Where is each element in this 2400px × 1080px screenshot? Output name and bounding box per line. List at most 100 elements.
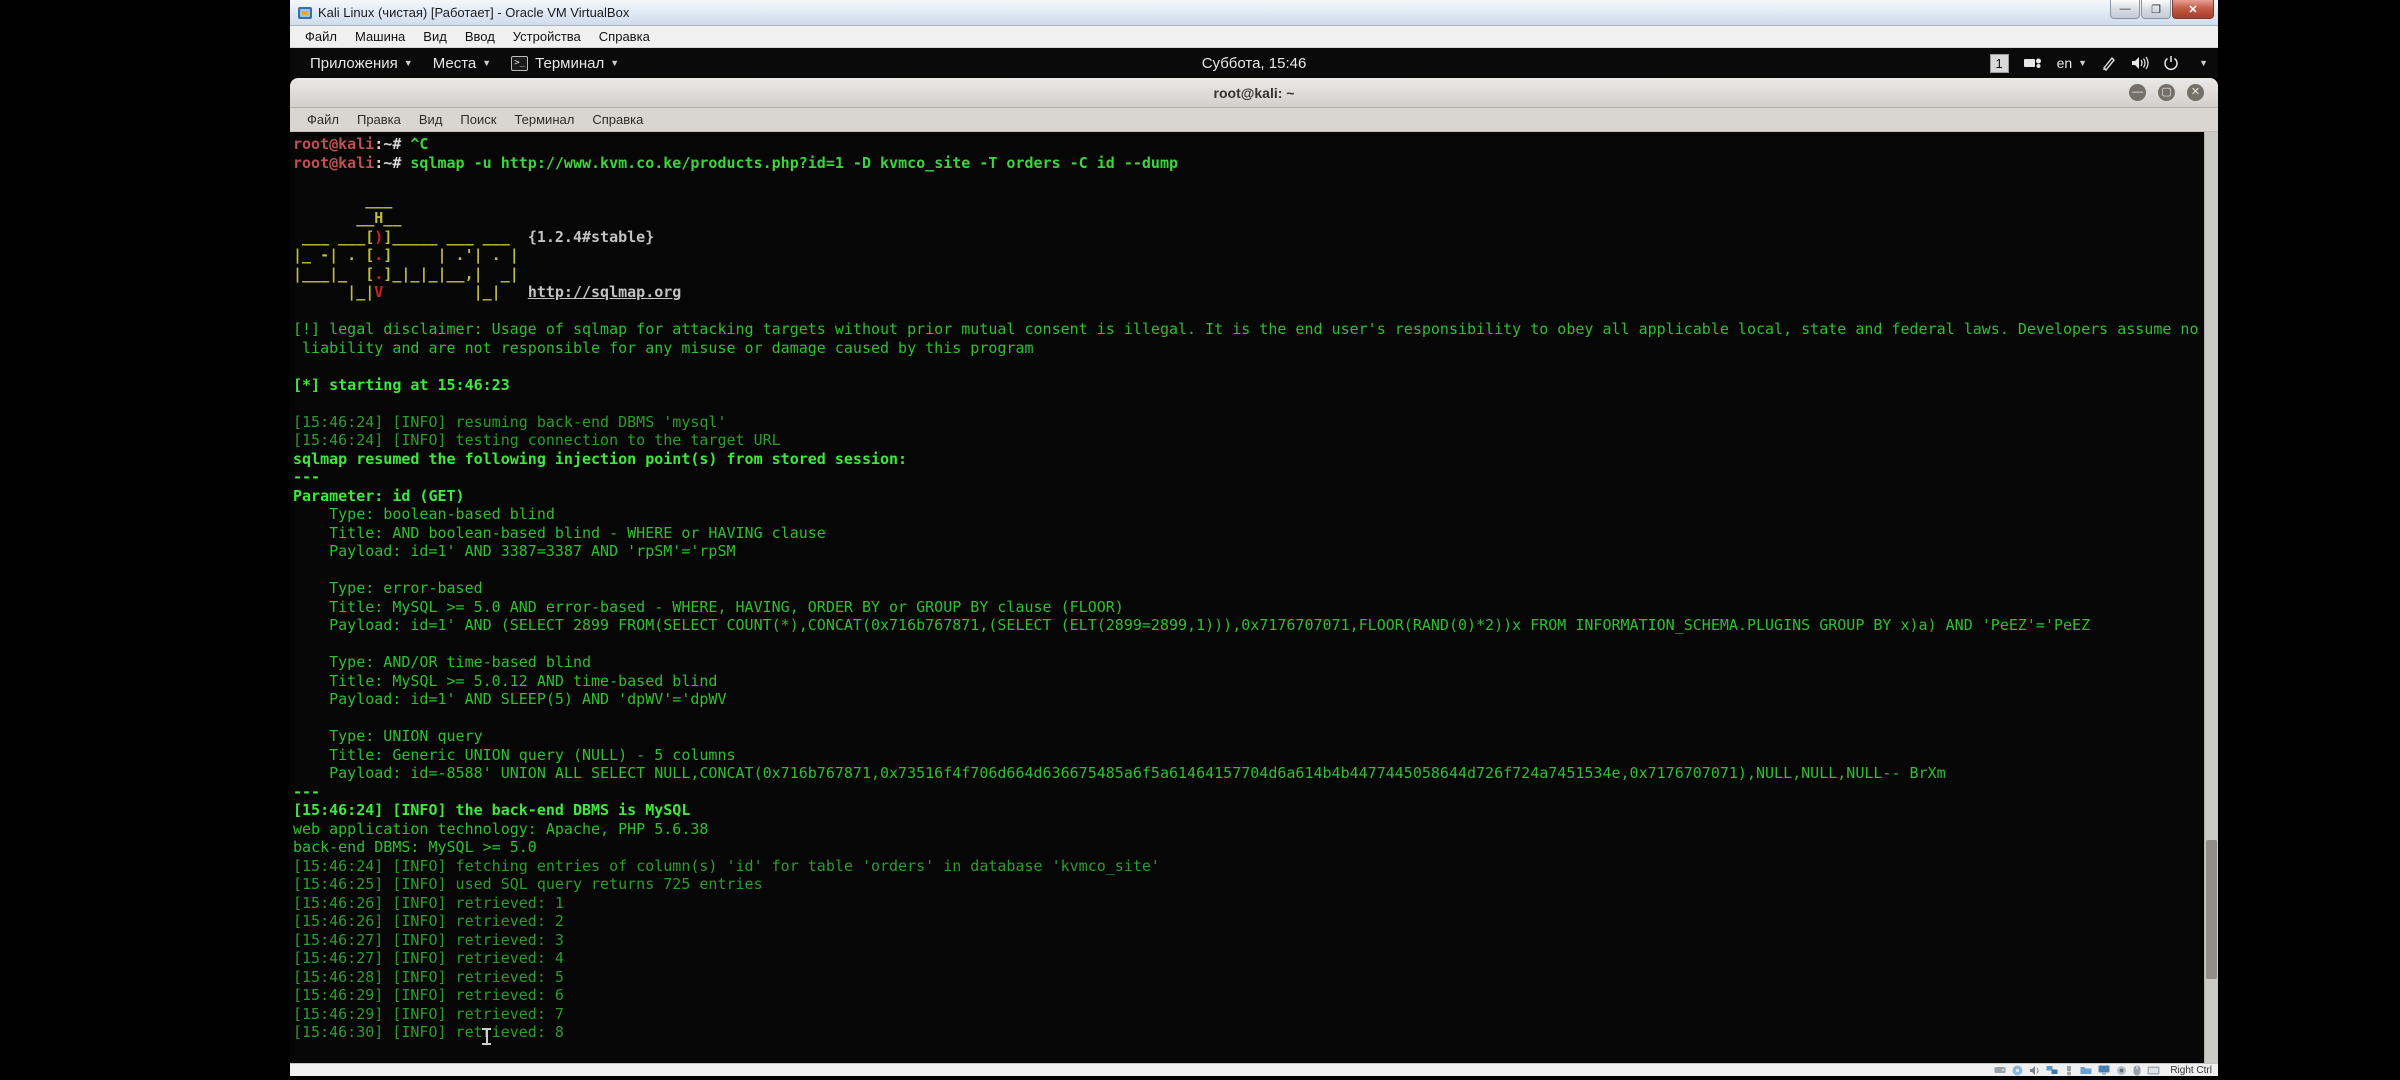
terminal-line: Type: AND/OR time-based blind (293, 653, 2202, 672)
terminal-line: [15:46:25] [INFO] used SQL query returns… (293, 875, 2202, 894)
keyboard-capture-status-icon[interactable] (2147, 1066, 2160, 1075)
terminal-line: --- (293, 468, 2202, 487)
terminal-menu-edit[interactable]: Правка (348, 110, 410, 129)
vbox-menubar: Файл Машина Вид Ввод Устройства Справка (290, 26, 2218, 48)
terminal-line: [15:46:29] [INFO] retrieved: 6 (293, 986, 2202, 1005)
terminal-app-menu[interactable]: >_ Терминал ▼ (501, 48, 629, 78)
network-status-icon[interactable] (2046, 1065, 2058, 1075)
terminal-line: ___ ___[)]_____ ___ ___ {1.2.4#stable} (293, 228, 2202, 247)
optical-disk-status-icon[interactable] (2012, 1065, 2023, 1076)
terminal-line: Payload: id=-8588' UNION ALL SELECT NULL… (293, 764, 2202, 783)
terminal-line: ___ (293, 191, 2202, 210)
workspace-indicator[interactable]: 1 (1990, 54, 2009, 73)
terminal-output: root@kali:~# ^Croot@kali:~# sqlmap -u ht… (293, 135, 2202, 1042)
terminal-line: Type: UNION query (293, 727, 2202, 746)
terminal-line: __H__ (293, 209, 2202, 228)
terminal-line: root@kali:~# sqlmap -u http://www.kvm.co… (293, 154, 2202, 173)
terminal-scrollbar[interactable] (2204, 132, 2218, 1063)
terminal-line: Title: AND boolean-based blind - WHERE o… (293, 524, 2202, 543)
chevron-down-icon: ▼ (2078, 58, 2087, 68)
terminal-line: [15:46:24] [INFO] testing connection to … (293, 431, 2202, 450)
terminal-line: Title: MySQL >= 5.0.12 AND time-based bl… (293, 672, 2202, 691)
terminal-line: Title: MySQL >= 5.0 AND error-based - WH… (293, 598, 2202, 617)
terminal-minimize-button[interactable]: — (2129, 84, 2146, 101)
window-title: Kali Linux (чистая) [Работает] - Oracle … (318, 5, 629, 20)
volume-icon[interactable] (2131, 56, 2149, 70)
keyboard-layout-indicator[interactable]: en ▼ (2057, 55, 2088, 71)
terminal-line: [15:46:26] [INFO] retrieved: 2 (293, 912, 2202, 931)
terminal-line: liability and are not responsible for an… (293, 339, 2202, 358)
terminal-menu-help[interactable]: Справка (583, 110, 652, 129)
terminal-menu-search[interactable]: Поиск (451, 110, 505, 129)
vbox-menu-machine[interactable]: Машина (346, 27, 414, 46)
restore-button[interactable]: ❐ (2141, 0, 2171, 19)
terminal-line: root@kali:~# ^C (293, 135, 2202, 154)
power-icon[interactable] (2163, 55, 2179, 71)
terminal-line: |___|_ [.]_|_|_|__,| _| (293, 265, 2202, 284)
terminal-body[interactable]: root@kali:~# ^Croot@kali:~# sqlmap -u ht… (290, 132, 2218, 1063)
terminal-menu-file[interactable]: Файл (298, 110, 348, 129)
terminal-line (293, 302, 2202, 321)
usb-status-icon[interactable] (2064, 1065, 2074, 1076)
terminal-line: [!] legal disclaimer: Usage of sqlmap fo… (293, 320, 2202, 339)
terminal-menubar: Файл Правка Вид Поиск Терминал Справка (290, 108, 2218, 132)
close-button[interactable]: ✕ (2172, 0, 2214, 19)
terminal-line: [15:46:24] [INFO] the back-end DBMS is M… (293, 801, 2202, 820)
vbox-titlebar[interactable]: Kali Linux (чистая) [Работает] - Oracle … (290, 0, 2218, 26)
panel-chevron-down-icon[interactable]: ▼ (2199, 58, 2208, 68)
terminal-line (293, 394, 2202, 413)
text-cursor-icon (482, 1028, 491, 1045)
minimize-button[interactable]: — (2110, 0, 2140, 19)
recording-status-icon[interactable] (2116, 1065, 2127, 1076)
applications-menu[interactable]: Приложения ▼ (300, 48, 423, 78)
terminal-line: back-end DBMS: MySQL >= 5.0 (293, 838, 2202, 857)
virtualbox-logo-icon (297, 5, 313, 21)
terminal-menu-view[interactable]: Вид (410, 110, 452, 129)
vbox-menu-view[interactable]: Вид (414, 27, 456, 46)
terminal-maximize-button[interactable]: ▢ (2158, 84, 2175, 101)
terminal-line: |_ -| . [.] | .'| . | (293, 246, 2202, 265)
terminal-line (293, 709, 2202, 728)
terminal-line: web application technology: Apache, PHP … (293, 820, 2202, 839)
screen-share-icon[interactable] (2023, 56, 2043, 70)
terminal-line: [15:46:24] [INFO] fetching entries of co… (293, 857, 2202, 876)
terminal-line: |_|V |_| http://sqlmap.org (293, 283, 2202, 302)
places-menu[interactable]: Места ▼ (423, 48, 501, 78)
terminal-line (293, 561, 2202, 580)
shared-folders-status-icon[interactable] (2080, 1065, 2092, 1075)
virtualbox-window: Kali Linux (чистая) [Работает] - Oracle … (290, 0, 2218, 1076)
vbox-menu-devices[interactable]: Устройства (504, 27, 590, 46)
pen-settings-icon[interactable] (2101, 55, 2117, 71)
vbox-menu-file[interactable]: Файл (296, 27, 346, 46)
terminal-line: Type: boolean-based blind (293, 505, 2202, 524)
vbox-menu-help[interactable]: Справка (590, 27, 659, 46)
audio-status-icon[interactable] (2029, 1065, 2040, 1076)
terminal-line: Payload: id=1' AND (SELECT 2899 FROM(SEL… (293, 616, 2202, 635)
hdd-status-icon[interactable] (1994, 1065, 2006, 1075)
terminal-titlebar[interactable]: root@kali: ~ — ▢ ✕ (290, 78, 2218, 108)
terminal-line (293, 635, 2202, 654)
mouse-integration-status-icon[interactable] (2133, 1065, 2141, 1076)
terminal-line: sqlmap resumed the following injection p… (293, 450, 2202, 469)
terminal-scrollbar-thumb[interactable] (2206, 840, 2217, 980)
terminal-line: [15:46:26] [INFO] retrieved: 1 (293, 894, 2202, 913)
display-status-icon[interactable] (2098, 1065, 2110, 1075)
terminal-menu-terminal[interactable]: Терминал (505, 110, 583, 129)
terminal-line: --- (293, 783, 2202, 802)
host-screen: Kali Linux (чистая) [Работает] - Oracle … (0, 0, 2400, 1080)
clock[interactable]: Суббота, 15:46 (1202, 55, 1307, 72)
terminal-icon: >_ (511, 56, 528, 71)
terminal-title: root@kali: ~ (1214, 85, 1295, 101)
chevron-down-icon: ▼ (610, 58, 619, 68)
terminal-line: Parameter: id (GET) (293, 487, 2202, 506)
terminal-line: Title: Generic UNION query (NULL) - 5 co… (293, 746, 2202, 765)
terminal-line: [15:46:27] [INFO] retrieved: 3 (293, 931, 2202, 950)
terminal-line: [15:46:24] [INFO] resuming back-end DBMS… (293, 413, 2202, 432)
terminal-line: Payload: id=1' AND SLEEP(5) AND 'dpWV'='… (293, 690, 2202, 709)
vbox-statusbar: Right Ctrl (290, 1063, 2218, 1076)
vbox-menu-input[interactable]: Ввод (456, 27, 504, 46)
terminal-close-button[interactable]: ✕ (2187, 84, 2204, 101)
host-key-label: Right Ctrl (2166, 1065, 2212, 1076)
terminal-line: [15:46:28] [INFO] retrieved: 5 (293, 968, 2202, 987)
terminal-line: Payload: id=1' AND 3387=3387 AND 'rpSM'=… (293, 542, 2202, 561)
